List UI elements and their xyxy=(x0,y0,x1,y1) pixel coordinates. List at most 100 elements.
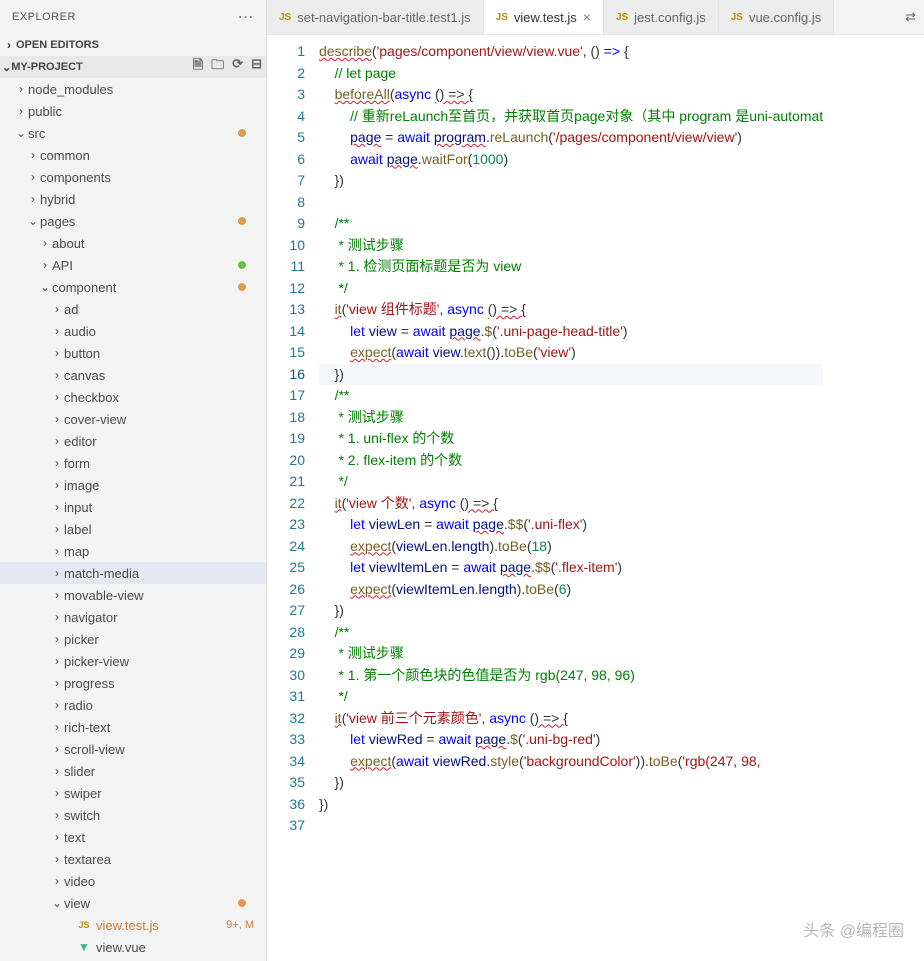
code-line[interactable]: expect(await viewRed.style('backgroundCo… xyxy=(319,751,823,773)
tree-item-picker[interactable]: ›picker xyxy=(0,628,266,650)
tree-item-components[interactable]: ›components xyxy=(0,166,266,188)
new-folder-icon[interactable]: 🗀 xyxy=(211,56,224,78)
tree-item-src[interactable]: ⌄src xyxy=(0,122,266,144)
code-line[interactable]: * 1. 第一个颜色块的色值是否为 rgb(247, 98, 96) xyxy=(319,665,823,687)
line-number: 2 xyxy=(267,63,305,85)
code-editor[interactable]: 1234567891011121314151617181920212223242… xyxy=(267,35,924,961)
chevron-icon: › xyxy=(50,390,64,404)
code-line[interactable]: * 2. flex-item 的个数 xyxy=(319,450,823,472)
tree-item-movable-view[interactable]: ›movable-view xyxy=(0,584,266,606)
tree-item-progress[interactable]: ›progress xyxy=(0,672,266,694)
tree-item-audio[interactable]: ›audio xyxy=(0,320,266,342)
open-editors-section[interactable]: › OPEN EDITORS xyxy=(0,34,266,56)
explorer-more-icon[interactable]: ⋯ xyxy=(238,7,255,27)
code-line[interactable]: let viewLen = await page.$$('.uni-flex') xyxy=(319,514,823,536)
code-line[interactable]: * 测试步骤 xyxy=(319,235,823,257)
code-line[interactable]: it('view 组件标题', async () => { xyxy=(319,299,823,321)
tab-actions[interactable]: ⇄ xyxy=(897,0,924,34)
code-line[interactable]: expect(await view.text()).toBe('view') xyxy=(319,342,823,364)
tree-item-view-vue[interactable]: ▼view.vue xyxy=(0,936,266,958)
code-line[interactable]: */ xyxy=(319,471,823,493)
code-line[interactable]: it('view 前三个元素颜色', async () => { xyxy=(319,708,823,730)
code-line[interactable]: await page.waitFor(1000) xyxy=(319,149,823,171)
code-content[interactable]: describe('pages/component/view/view.vue'… xyxy=(319,35,823,961)
tree-item-match-media[interactable]: ›match-media xyxy=(0,562,266,584)
code-line[interactable]: /** xyxy=(319,213,823,235)
collapse-icon[interactable]: ⊟ xyxy=(251,56,262,78)
code-line[interactable]: let view = await page.$('.uni-page-head-… xyxy=(319,321,823,343)
tree-item-rich-text[interactable]: ›rich-text xyxy=(0,716,266,738)
tree-item-pages[interactable]: ⌄pages xyxy=(0,210,266,232)
code-line[interactable]: page = await program.reLaunch('/pages/co… xyxy=(319,127,823,149)
code-line[interactable]: let viewRed = await page.$('.uni-bg-red'… xyxy=(319,729,823,751)
tree-item-text[interactable]: ›text xyxy=(0,826,266,848)
tree-item-input[interactable]: ›input xyxy=(0,496,266,518)
code-line[interactable]: expect(viewItemLen.length).toBe(6) xyxy=(319,579,823,601)
code-line[interactable]: /** xyxy=(319,385,823,407)
code-line[interactable]: * 1. 检测页面标题是否为 view xyxy=(319,256,823,278)
tree-item-editor[interactable]: ›editor xyxy=(0,430,266,452)
code-line[interactable]: }) xyxy=(319,794,823,816)
tree-item-API[interactable]: ›API xyxy=(0,254,266,276)
compare-icon[interactable]: ⇄ xyxy=(905,9,916,25)
code-line[interactable]: */ xyxy=(319,686,823,708)
tree-item-navigator[interactable]: ›navigator xyxy=(0,606,266,628)
tree-item-ad[interactable]: ›ad xyxy=(0,298,266,320)
code-line[interactable]: // 重新reLaunch至首页，并获取首页page对象（其中 program … xyxy=(319,106,823,128)
code-line[interactable]: }) xyxy=(319,772,823,794)
code-line[interactable]: it('view 个数', async () => { xyxy=(319,493,823,515)
tab-vue-config-js[interactable]: JSvue.config.js xyxy=(719,0,835,34)
tree-item-view[interactable]: ⌄view xyxy=(0,892,266,914)
code-line[interactable]: }) xyxy=(319,364,823,386)
tree-item-swiper[interactable]: ›swiper xyxy=(0,782,266,804)
tree-item-public[interactable]: ›public xyxy=(0,100,266,122)
tree-item-hybrid[interactable]: ›hybrid xyxy=(0,188,266,210)
code-line[interactable]: }) xyxy=(319,170,823,192)
code-line[interactable]: describe('pages/component/view/view.vue'… xyxy=(319,41,823,63)
code-line[interactable]: * 测试步骤 xyxy=(319,643,823,665)
tab-view-test-js[interactable]: JSview.test.js× xyxy=(484,0,604,34)
tab-jest-config-js[interactable]: JSjest.config.js xyxy=(604,0,719,34)
refresh-icon[interactable]: ⟳ xyxy=(232,56,243,78)
tree-item-canvas[interactable]: ›canvas xyxy=(0,364,266,386)
tree-item-label[interactable]: ›label xyxy=(0,518,266,540)
editor-tabs: JSset-navigation-bar-title.test1.jsJSvie… xyxy=(267,0,924,35)
close-icon[interactable]: × xyxy=(583,9,591,25)
tree-item-view-test-js[interactable]: JSview.test.js9+, M xyxy=(0,914,266,936)
code-line[interactable] xyxy=(319,192,823,214)
tree-item-label: slider xyxy=(64,764,95,779)
tree-item-scroll-view[interactable]: ›scroll-view xyxy=(0,738,266,760)
tree-item-image[interactable]: ›image xyxy=(0,474,266,496)
tree-item-cover-view[interactable]: ›cover-view xyxy=(0,408,266,430)
code-line[interactable] xyxy=(319,815,823,837)
code-line[interactable]: * 1. uni-flex 的个数 xyxy=(319,428,823,450)
code-line[interactable]: * 测试步骤 xyxy=(319,407,823,429)
code-line[interactable]: beforeAll(async () => { xyxy=(319,84,823,106)
tree-item-picker-view[interactable]: ›picker-view xyxy=(0,650,266,672)
line-number: 13 xyxy=(267,299,305,321)
new-file-icon[interactable]: 🗎 xyxy=(193,56,203,78)
code-line[interactable]: // let page xyxy=(319,63,823,85)
code-line[interactable]: }) xyxy=(319,600,823,622)
tree-item-radio[interactable]: ›radio xyxy=(0,694,266,716)
tree-item-map[interactable]: ›map xyxy=(0,540,266,562)
code-line[interactable]: */ xyxy=(319,278,823,300)
tree-item-slider[interactable]: ›slider xyxy=(0,760,266,782)
code-line[interactable]: /** xyxy=(319,622,823,644)
tree-item-button[interactable]: ›button xyxy=(0,342,266,364)
tree-item-form[interactable]: ›form xyxy=(0,452,266,474)
tree-item-switch[interactable]: ›switch xyxy=(0,804,266,826)
tab-set-navigation-bar-title-test1-js[interactable]: JSset-navigation-bar-title.test1.js xyxy=(267,0,484,34)
code-line[interactable]: let viewItemLen = await page.$$('.flex-i… xyxy=(319,557,823,579)
code-line[interactable]: expect(viewLen.length).toBe(18) xyxy=(319,536,823,558)
tree-item-common[interactable]: ›common xyxy=(0,144,266,166)
tree-item-video[interactable]: ›video xyxy=(0,870,266,892)
tree-item-node_modules[interactable]: ›node_modules xyxy=(0,78,266,100)
chevron-icon: › xyxy=(50,434,64,448)
tree-item-component[interactable]: ⌄component xyxy=(0,276,266,298)
tree-item-textarea[interactable]: ›textarea xyxy=(0,848,266,870)
tree-item-about[interactable]: ›about xyxy=(0,232,266,254)
tree-item-checkbox[interactable]: ›checkbox xyxy=(0,386,266,408)
chevron-icon: › xyxy=(50,588,64,602)
project-section[interactable]: ⌄ MY-PROJECT 🗎 🗀 ⟳ ⊟ xyxy=(0,56,266,78)
